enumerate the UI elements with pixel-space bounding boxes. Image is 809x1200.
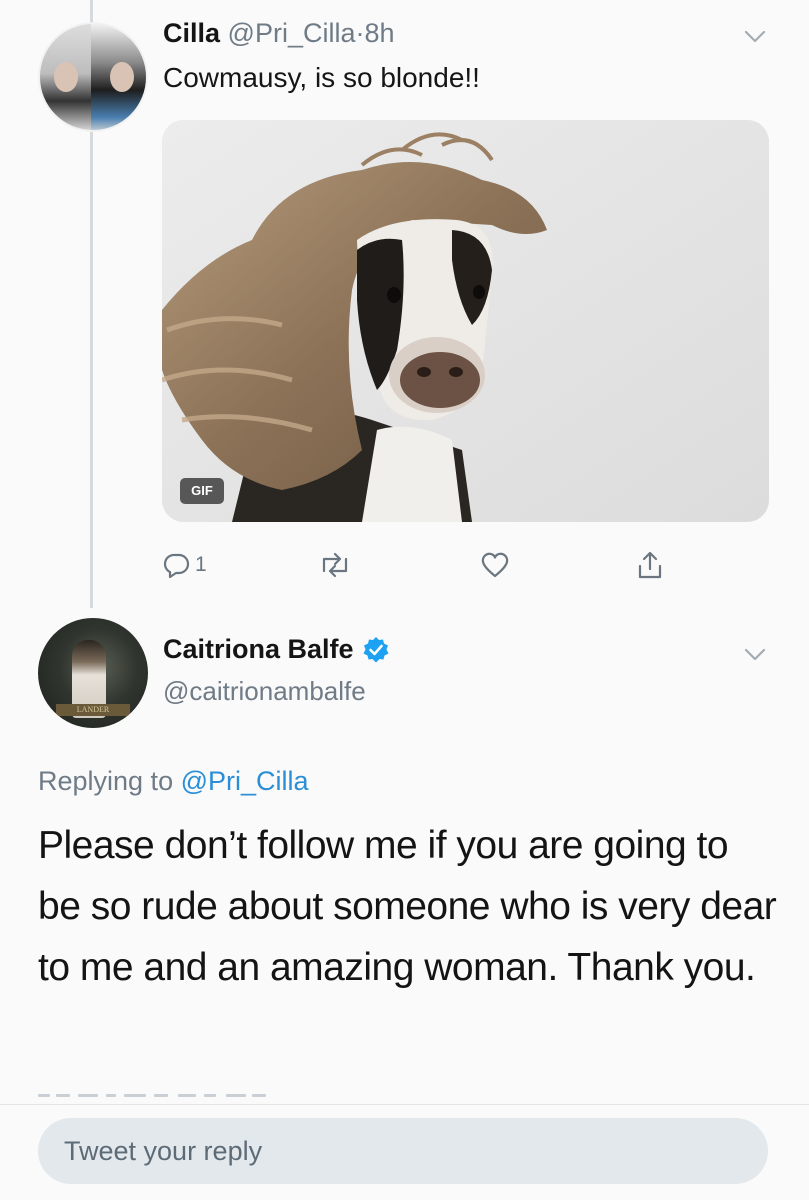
replying-prefix: Replying to <box>38 766 174 796</box>
tweet2-chevron-down-icon[interactable] <box>744 648 766 662</box>
tweet2-author-name[interactable]: Caitriona Balfe <box>163 634 354 665</box>
replying-to-link[interactable]: @Pri_Cilla <box>181 766 309 796</box>
reply-action[interactable]: 1 <box>163 548 207 582</box>
tweet1-header: Cilla @Pri_Cilla·8h <box>163 18 395 49</box>
composer-divider <box>0 1104 809 1105</box>
tweet1-text: Cowmausy, is so blonde!! <box>163 62 480 93</box>
share-action[interactable] <box>636 548 664 582</box>
tweet1-timestamp[interactable]: 8h <box>364 18 394 48</box>
tweet1-author-handle[interactable]: @Pri_Cilla <box>228 18 356 48</box>
tweet2-author: Caitriona Balfe <box>163 634 390 665</box>
replying-to-line: Replying to @Pri_Cilla <box>38 766 309 797</box>
reply-count: 1 <box>195 553 207 576</box>
reply-icon <box>163 551 191 579</box>
retweet-action[interactable] <box>318 548 352 582</box>
avatar-caitriona[interactable]: LANDER <box>38 618 148 728</box>
share-icon <box>636 550 664 580</box>
tweet1-author-name[interactable]: Cilla <box>163 18 220 48</box>
verified-badge-icon <box>362 636 390 664</box>
faded-metadata-line <box>38 1094 266 1097</box>
retweet-icon <box>318 551 352 579</box>
tweet1-gif-media[interactable] <box>162 120 769 522</box>
tweet2-text: Please don’t follow me if you are going … <box>38 824 777 989</box>
avatar-banner-text: LANDER <box>56 704 130 716</box>
tweet-reply-input[interactable]: Tweet your reply <box>38 1118 768 1184</box>
gif-badge: GIF <box>180 478 224 504</box>
heart-icon <box>480 551 510 579</box>
like-action[interactable] <box>480 548 510 582</box>
tweet2-author-handle[interactable]: @caitrionambalfe <box>163 676 366 707</box>
avatar-cilla[interactable] <box>38 22 148 132</box>
tweet-thread-page: Cilla @Pri_Cilla·8h Cowmausy, is so blon… <box>0 0 809 1200</box>
tweet1-chevron-down-icon[interactable] <box>744 30 766 44</box>
